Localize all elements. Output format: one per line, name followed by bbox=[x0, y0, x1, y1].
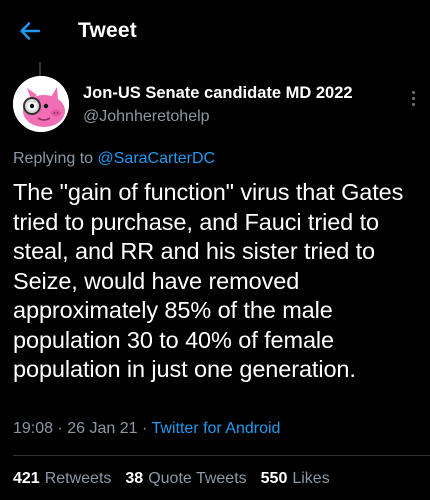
pink-cartoon-pig-avatar-icon bbox=[13, 76, 69, 132]
top-bar: Tweet bbox=[0, 0, 430, 62]
thread-connector bbox=[39, 62, 41, 76]
replying-to-line: Replying to @SaraCarterDC bbox=[13, 150, 215, 168]
retweets-count: 421 bbox=[13, 470, 40, 487]
quote-tweets-label: Quote Tweets bbox=[148, 470, 247, 487]
likes-label: Likes bbox=[292, 470, 330, 487]
author-handle[interactable]: @Johnheretohelp bbox=[83, 108, 353, 126]
author-display-name[interactable]: Jon-US Senate candidate MD 2022 bbox=[83, 84, 353, 103]
more-dot-icon bbox=[411, 90, 415, 94]
tweet-time[interactable]: 19:08 bbox=[13, 420, 53, 437]
more-dot-icon bbox=[411, 102, 415, 106]
arrow-left-icon bbox=[20, 22, 41, 40]
tweet-meta: 19:08 · 26 Jan 21 · Twitter for Android bbox=[13, 420, 280, 438]
tweet-date[interactable]: 26 Jan 21 bbox=[67, 420, 137, 437]
avatar[interactable] bbox=[13, 76, 69, 132]
quote-tweets-count: 38 bbox=[125, 470, 144, 487]
page-title: Tweet bbox=[78, 19, 137, 42]
more-dot-icon bbox=[411, 96, 415, 100]
likes-stat[interactable]: 550 Likes bbox=[261, 470, 330, 488]
tweet-text: The "gain of function" virus that Gates … bbox=[13, 179, 404, 382]
reply-mention-link[interactable]: @SaraCarterDC bbox=[98, 150, 216, 167]
engagement-stats: 421 Retweets 38 Quote Tweets 550 Likes bbox=[13, 470, 330, 488]
retweets-label: Retweets bbox=[44, 470, 112, 487]
tweet-source-link[interactable]: Twitter for Android bbox=[152, 420, 281, 437]
meta-separator: · bbox=[142, 420, 148, 437]
quote-tweets-stat[interactable]: 38 Quote Tweets bbox=[125, 470, 246, 488]
likes-count: 550 bbox=[260, 470, 288, 487]
divider bbox=[13, 455, 430, 456]
author-info[interactable]: Jon-US Senate candidate MD 2022 @Johnher… bbox=[83, 84, 353, 126]
back-button[interactable] bbox=[14, 17, 46, 45]
replying-to-label: Replying to bbox=[13, 150, 94, 167]
more-options-button[interactable] bbox=[405, 86, 421, 110]
retweets-stat[interactable]: 421 Retweets bbox=[13, 470, 111, 488]
meta-separator: · bbox=[57, 420, 63, 437]
